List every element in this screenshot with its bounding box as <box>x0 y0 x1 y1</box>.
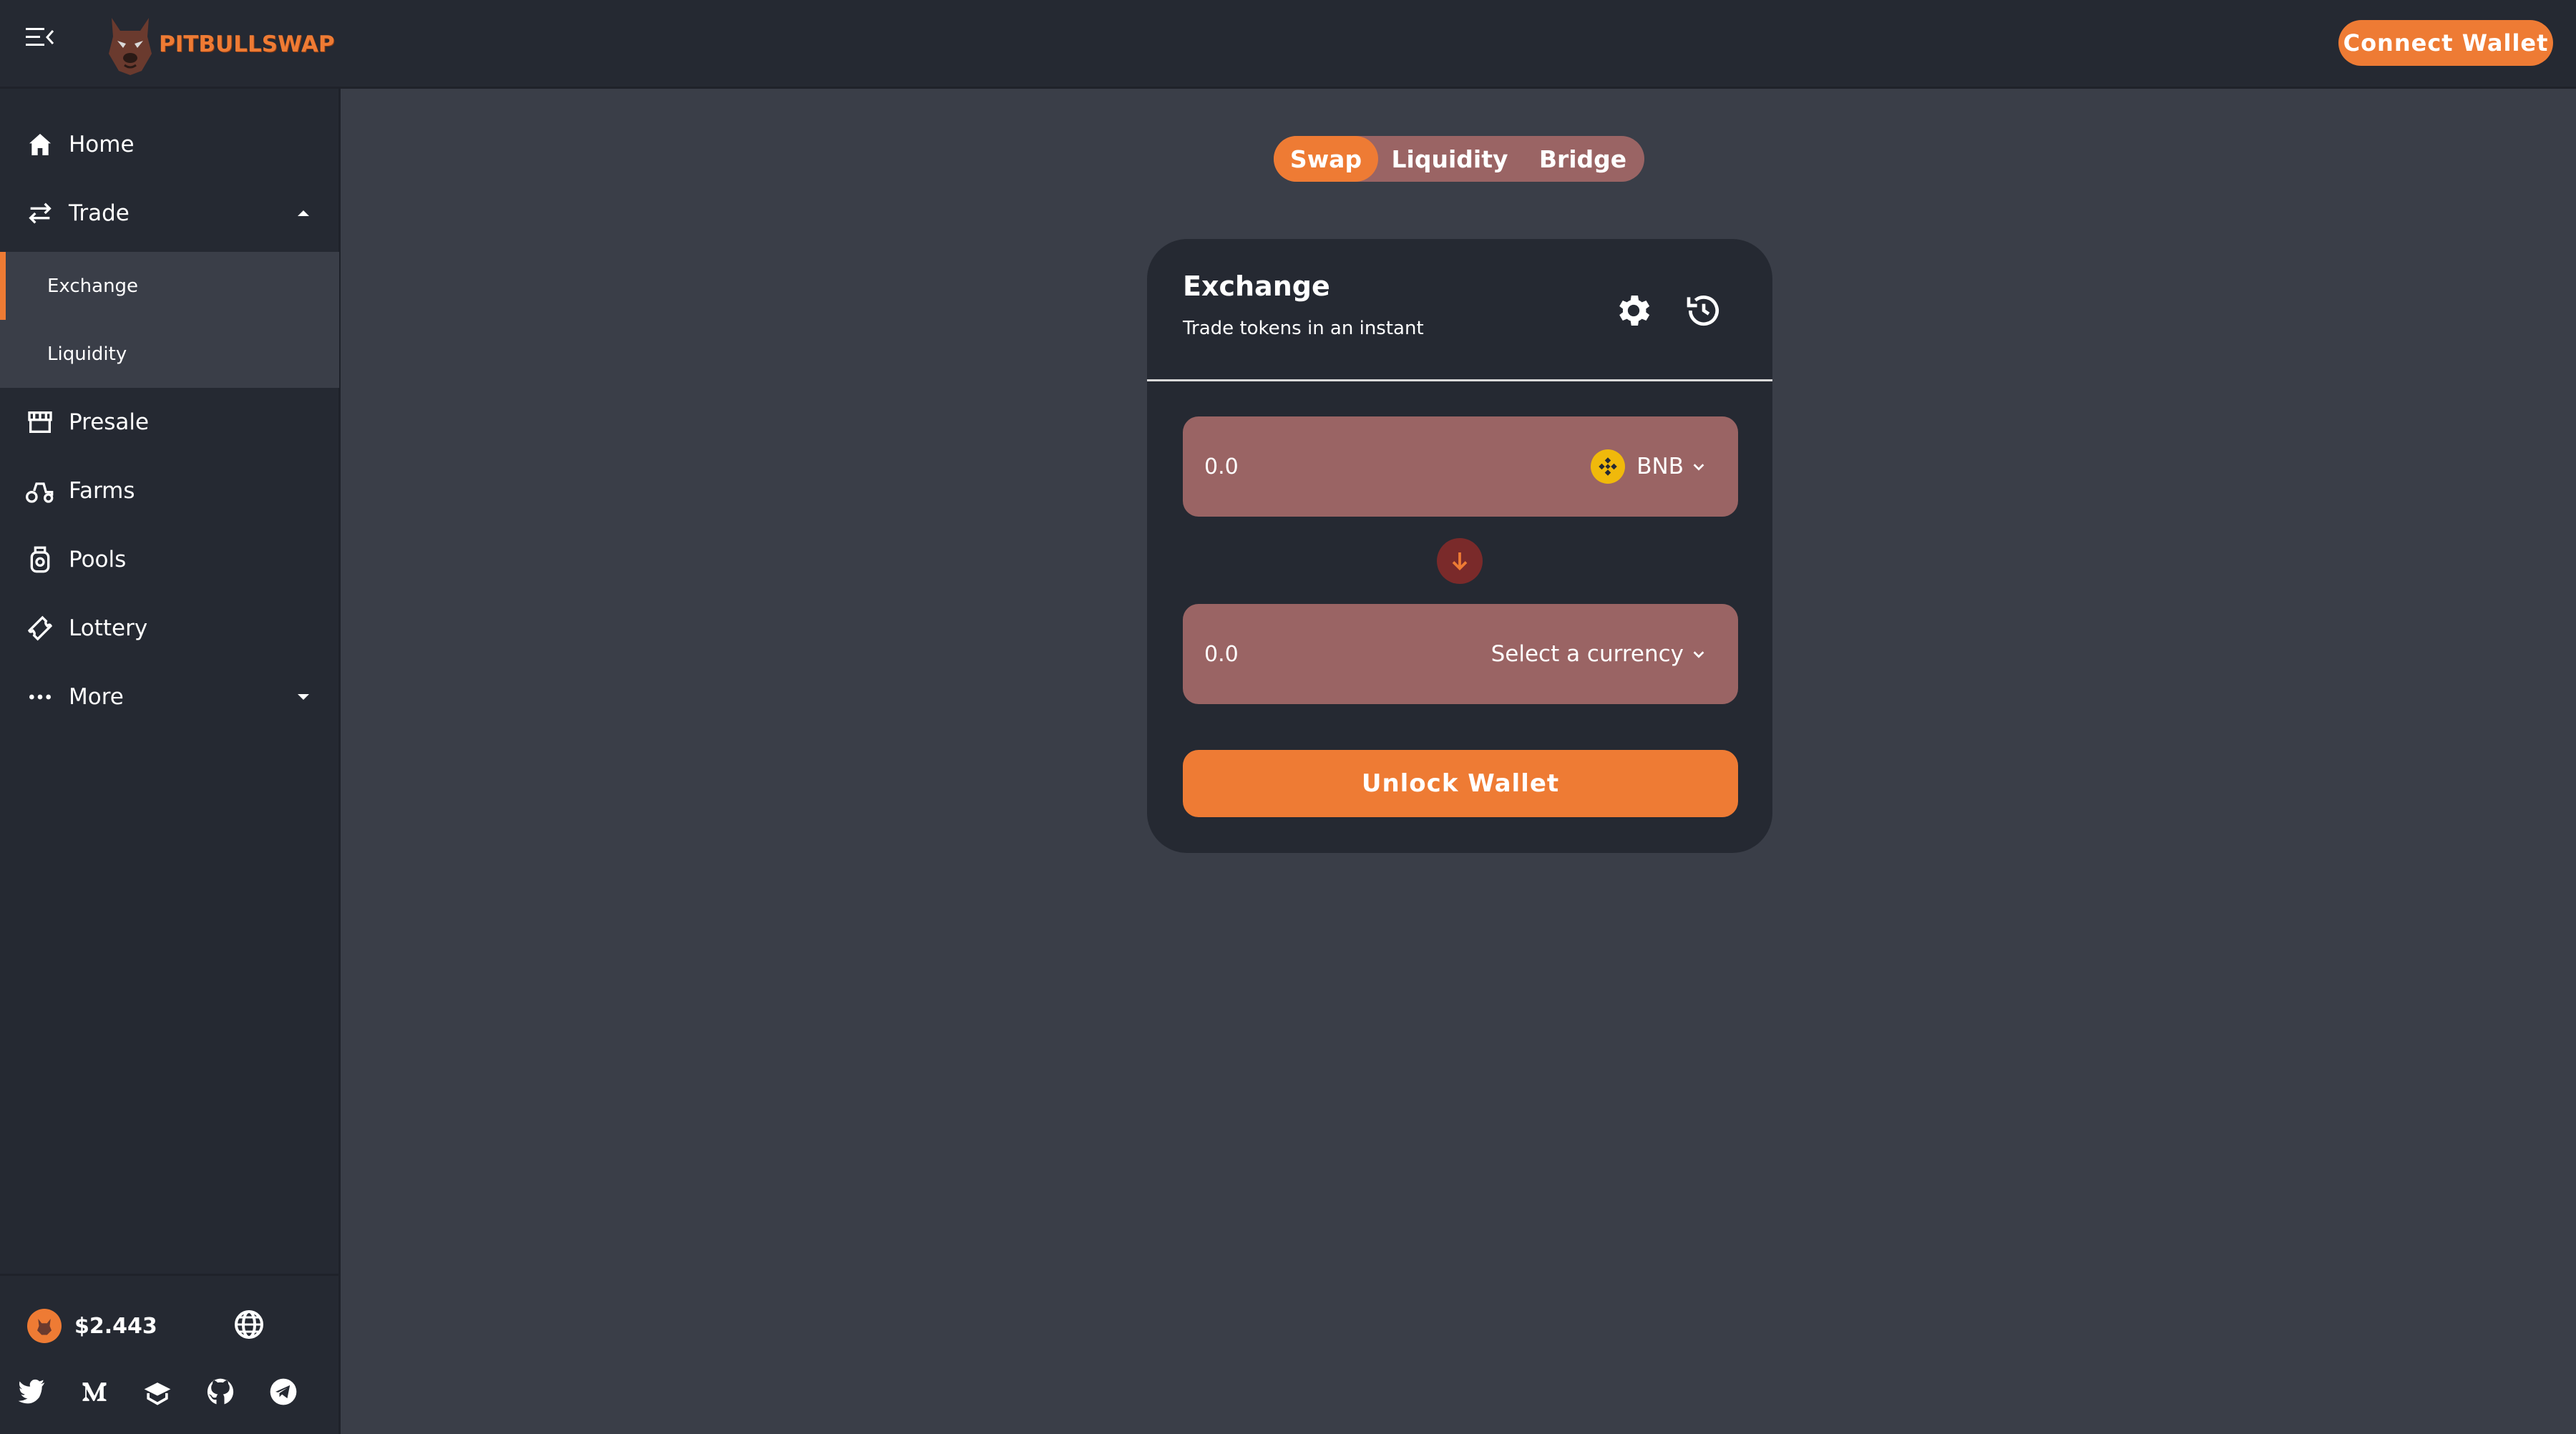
card-divider <box>1147 379 1772 381</box>
store-icon <box>24 406 57 439</box>
sidebar-subitem-label: Liquidity <box>47 343 127 365</box>
chevron-down-icon <box>1693 464 1704 471</box>
from-currency-select[interactable]: BNB <box>1591 449 1707 484</box>
sidebar-footer: $2.443 <box>0 1274 339 1434</box>
exchange-card: Exchange Trade tokens in an instant BNB … <box>1147 239 1772 853</box>
gear-icon[interactable] <box>1614 291 1654 331</box>
honey-pot-icon <box>24 543 57 576</box>
sidebar-item-label: Trade <box>69 200 130 226</box>
card-subtitle: Trade tokens in an instant <box>1183 318 1424 339</box>
sidebar-item-trade[interactable]: Trade <box>0 179 341 248</box>
tab-swap[interactable]: Swap <box>1274 136 1378 182</box>
ticket-icon <box>24 612 57 645</box>
sidebar-item-lottery[interactable]: Lottery <box>0 594 341 663</box>
swap-tabs: Swap Liquidity Bridge <box>1274 136 1644 182</box>
sidebar-item-presale[interactable]: Presale <box>0 388 341 457</box>
sidebar-item-label: Presale <box>69 409 150 435</box>
arrow-down-icon <box>1452 552 1468 571</box>
sidebar-item-label: Pools <box>69 547 127 572</box>
swap-direction-button[interactable] <box>1437 538 1483 584</box>
sidebar-item-label: More <box>69 684 124 710</box>
history-icon[interactable] <box>1684 291 1724 331</box>
medium-icon[interactable] <box>79 1376 110 1408</box>
tab-liquidity[interactable]: Liquidity <box>1378 136 1521 182</box>
sidebar-item-farms[interactable]: Farms <box>0 457 341 525</box>
twitter-icon[interactable] <box>16 1376 47 1408</box>
tab-bridge[interactable]: Bridge <box>1521 136 1644 182</box>
tractor-icon <box>24 474 57 507</box>
sidebar-item-pools[interactable]: Pools <box>0 525 341 594</box>
card-title: Exchange <box>1183 270 1330 302</box>
home-icon <box>24 128 57 161</box>
telegram-icon[interactable] <box>268 1376 299 1408</box>
trade-submenu: Exchange Liquidity <box>0 252 339 388</box>
top-bar: PITBULLSWAP Connect Wallet <box>0 0 2576 89</box>
globe-icon[interactable] <box>232 1307 266 1342</box>
to-currency-box: Select a currency <box>1183 604 1738 704</box>
pitbull-logo-icon <box>109 18 152 75</box>
sidebar: Home Trade Exchange Liquidity Presale Fa… <box>0 89 341 1434</box>
token-price[interactable]: $2.443 <box>27 1307 157 1345</box>
connect-wallet-button[interactable]: Connect Wallet <box>2338 20 2553 66</box>
more-dots-icon <box>24 681 57 713</box>
brand-logo[interactable]: PITBULLSWAP <box>104 10 335 79</box>
unlock-wallet-button[interactable]: Unlock Wallet <box>1183 750 1738 817</box>
sidebar-subitem-liquidity[interactable]: Liquidity <box>0 320 339 388</box>
from-amount-input[interactable] <box>1204 451 1491 482</box>
to-amount-input[interactable] <box>1204 638 1491 670</box>
bnb-icon <box>1591 449 1626 484</box>
sidebar-item-label: Home <box>69 132 135 157</box>
sidebar-subitem-exchange[interactable]: Exchange <box>0 252 339 320</box>
to-currency-select[interactable]: Select a currency <box>1491 637 1707 671</box>
sidebar-item-label: Farms <box>69 478 135 504</box>
chevron-up-icon <box>298 210 309 216</box>
brand-name: PITBULLSWAP <box>159 31 335 57</box>
sidebar-item-label: Lottery <box>69 615 148 641</box>
to-currency-label: Select a currency <box>1491 641 1684 667</box>
chevron-down-icon <box>1693 651 1704 658</box>
from-currency-box: BNB <box>1183 416 1738 517</box>
chevron-down-icon <box>298 694 309 700</box>
pitbull-token-icon <box>27 1309 62 1343</box>
sidebar-item-home[interactable]: Home <box>0 110 341 179</box>
from-currency-label: BNB <box>1636 454 1684 479</box>
menu-collapse-icon[interactable] <box>21 19 59 56</box>
swap-arrows-icon <box>24 197 57 230</box>
token-price-value: $2.443 <box>74 1313 157 1339</box>
docs-icon[interactable] <box>142 1376 173 1408</box>
github-icon[interactable] <box>205 1376 236 1408</box>
sidebar-subitem-label: Exchange <box>47 275 139 297</box>
sidebar-item-more[interactable]: More <box>0 663 341 731</box>
